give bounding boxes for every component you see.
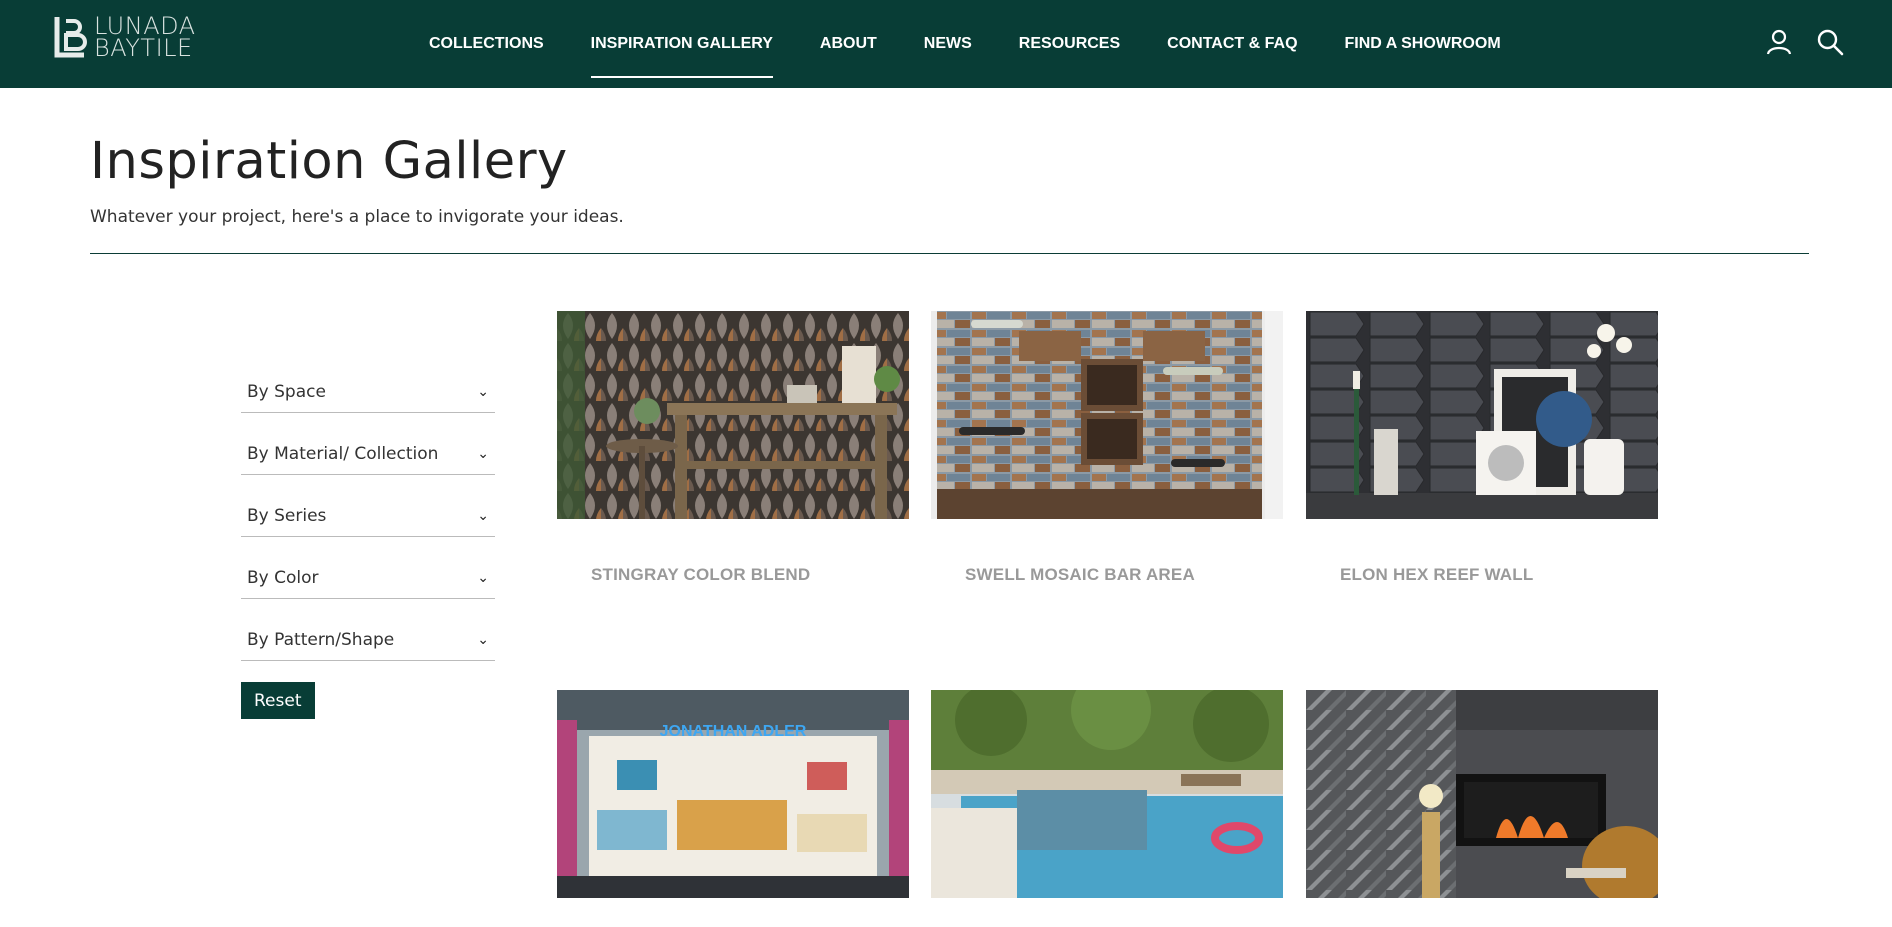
gallery-title-elon-hex[interactable]: ELON HEX REEF WALL <box>1340 565 1533 585</box>
filter-by-pattern-shape[interactable]: By Pattern/Shape ⌄ <box>241 620 495 661</box>
reset-button[interactable]: Reset <box>241 682 315 719</box>
search-icon[interactable] <box>1816 28 1844 56</box>
chevron-down-icon: ⌄ <box>477 446 489 462</box>
gallery-image-fireplace[interactable] <box>1306 690 1658 898</box>
filter-by-space[interactable]: By Space ⌄ <box>241 372 495 413</box>
filter-panel: By Space ⌄ By Material/ Collection ⌄ By … <box>241 372 495 719</box>
filter-label: By Space <box>247 382 326 402</box>
gallery-image-stingray-color-blend[interactable] <box>557 311 909 519</box>
page-title: Inspiration Gallery <box>90 132 568 191</box>
stingray-scene-image <box>557 311 909 519</box>
logo-line-2: BAYTILE <box>94 34 193 62</box>
user-icon[interactable] <box>1765 28 1793 56</box>
nav-resources[interactable]: RESOURCES <box>1019 0 1120 88</box>
page-subtitle: Whatever your project, here's a place to… <box>90 207 624 227</box>
chevron-down-icon: ⌄ <box>477 508 489 524</box>
elon-hex-scene-image <box>1306 311 1658 519</box>
gallery-image-swell-mosaic-bar-area[interactable] <box>931 311 1283 519</box>
logo-wordmark: LUNADA BAYTILE <box>94 14 196 62</box>
filter-by-color[interactable]: By Color ⌄ <box>241 558 495 599</box>
top-navigation-bar: LUNADA BAYTILE COLLECTIONS INSPIRATION G… <box>0 0 1892 88</box>
pool-scene-image <box>931 690 1283 898</box>
chevron-down-icon: ⌄ <box>477 384 489 400</box>
nav-about[interactable]: ABOUT <box>820 0 877 88</box>
filter-by-series[interactable]: By Series ⌄ <box>241 496 495 537</box>
gallery-title-stingray[interactable]: STINGRAY COLOR BLEND <box>591 565 810 585</box>
title-divider <box>90 253 1809 254</box>
logo-mark-icon <box>54 17 87 58</box>
lunada-baytile-logo[interactable]: LUNADA BAYTILE <box>54 14 196 60</box>
nav-contact-faq[interactable]: CONTACT & FAQ <box>1167 0 1297 88</box>
main-nav: COLLECTIONS INSPIRATION GALLERY ABOUT NE… <box>429 0 1548 88</box>
gallery-image-pool[interactable] <box>931 690 1283 898</box>
filter-label: By Series <box>247 506 327 526</box>
filter-label: By Color <box>247 568 319 588</box>
nav-news[interactable]: NEWS <box>924 0 972 88</box>
filter-by-material-collection[interactable]: By Material/ Collection ⌄ <box>241 434 495 475</box>
fireplace-scene-image <box>1306 690 1658 898</box>
storefront-sign-text: JONATHAN ADLER <box>660 723 807 740</box>
storefront-scene-image: JONATHAN ADLER <box>557 690 909 898</box>
swell-mosaic-scene-image <box>931 311 1283 519</box>
gallery-image-elon-hex-reef-wall[interactable] <box>1306 311 1658 519</box>
gallery-image-storefront[interactable]: JONATHAN ADLER <box>557 690 909 898</box>
nav-collections[interactable]: COLLECTIONS <box>429 0 544 88</box>
filter-label: By Pattern/Shape <box>247 630 395 650</box>
nav-inspiration-gallery[interactable]: INSPIRATION GALLERY <box>590 0 774 88</box>
nav-find-a-showroom[interactable]: FIND A SHOWROOM <box>1345 0 1501 88</box>
chevron-down-icon: ⌄ <box>477 632 489 648</box>
gallery-title-swell-mosaic[interactable]: SWELL MOSAIC BAR AREA <box>965 565 1195 585</box>
filter-label: By Material/ Collection <box>247 444 439 464</box>
chevron-down-icon: ⌄ <box>477 570 489 586</box>
